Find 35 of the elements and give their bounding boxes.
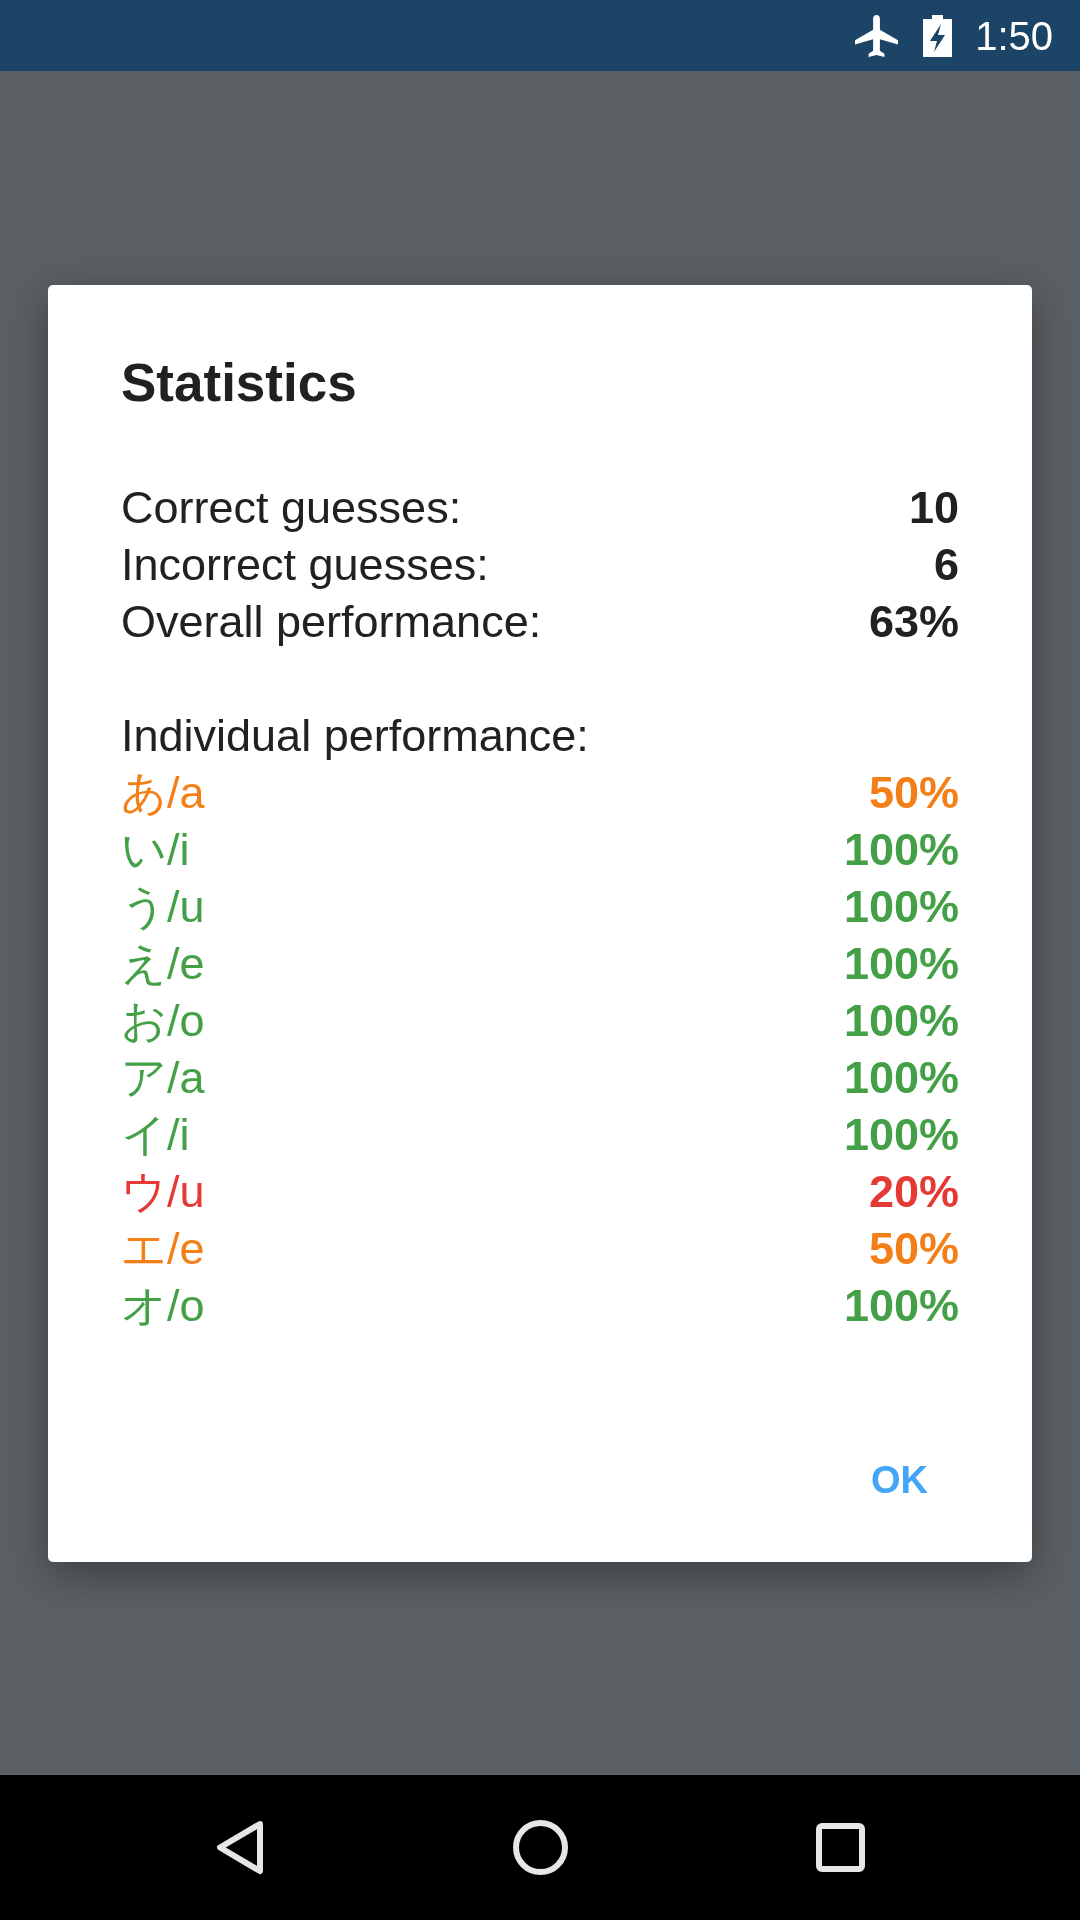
stat-label: Incorrect guesses: — [121, 537, 489, 592]
score-value: 20% — [868, 1164, 959, 1219]
airplane-icon — [855, 14, 899, 57]
kana-label: ア/a — [121, 1050, 205, 1105]
section-heading: Individual performance: — [121, 708, 590, 763]
home-icon[interactable] — [512, 1820, 568, 1875]
score-value: 50% — [868, 765, 959, 820]
kana-label: エ/e — [121, 1221, 205, 1276]
kana-label: あ/a — [121, 765, 205, 820]
recents-icon[interactable] — [815, 1823, 865, 1872]
kana-label: イ/i — [121, 1107, 190, 1162]
score-value: 100% — [843, 1107, 959, 1162]
battery-charging-icon — [923, 14, 953, 57]
clock-time: 1:50 — [975, 12, 1053, 59]
score-value: 100% — [843, 879, 959, 934]
back-icon[interactable] — [216, 1820, 264, 1875]
ok-button[interactable]: OK — [847, 1431, 952, 1528]
stat-label: Overall performance: — [121, 594, 542, 649]
kana-label: オ/o — [121, 1278, 205, 1333]
score-value: 100% — [843, 1278, 959, 1333]
stat-value: 10 — [908, 480, 959, 535]
kana-label: ウ/u — [121, 1164, 205, 1219]
dialog-title: Statistics — [121, 351, 358, 414]
kana-label: お/o — [121, 993, 205, 1048]
score-value: 100% — [843, 1050, 959, 1105]
stat-value: 63% — [868, 594, 959, 649]
kana-label: う/u — [121, 879, 205, 934]
stat-value: 6 — [933, 537, 959, 592]
score-value: 100% — [843, 936, 959, 991]
score-value: 50% — [868, 1221, 959, 1276]
score-value: 100% — [843, 993, 959, 1048]
kana-label: え/e — [121, 936, 205, 991]
kana-label: い/i — [121, 822, 190, 877]
stat-label: Correct guesses: — [121, 480, 462, 535]
score-value: 100% — [843, 822, 959, 877]
